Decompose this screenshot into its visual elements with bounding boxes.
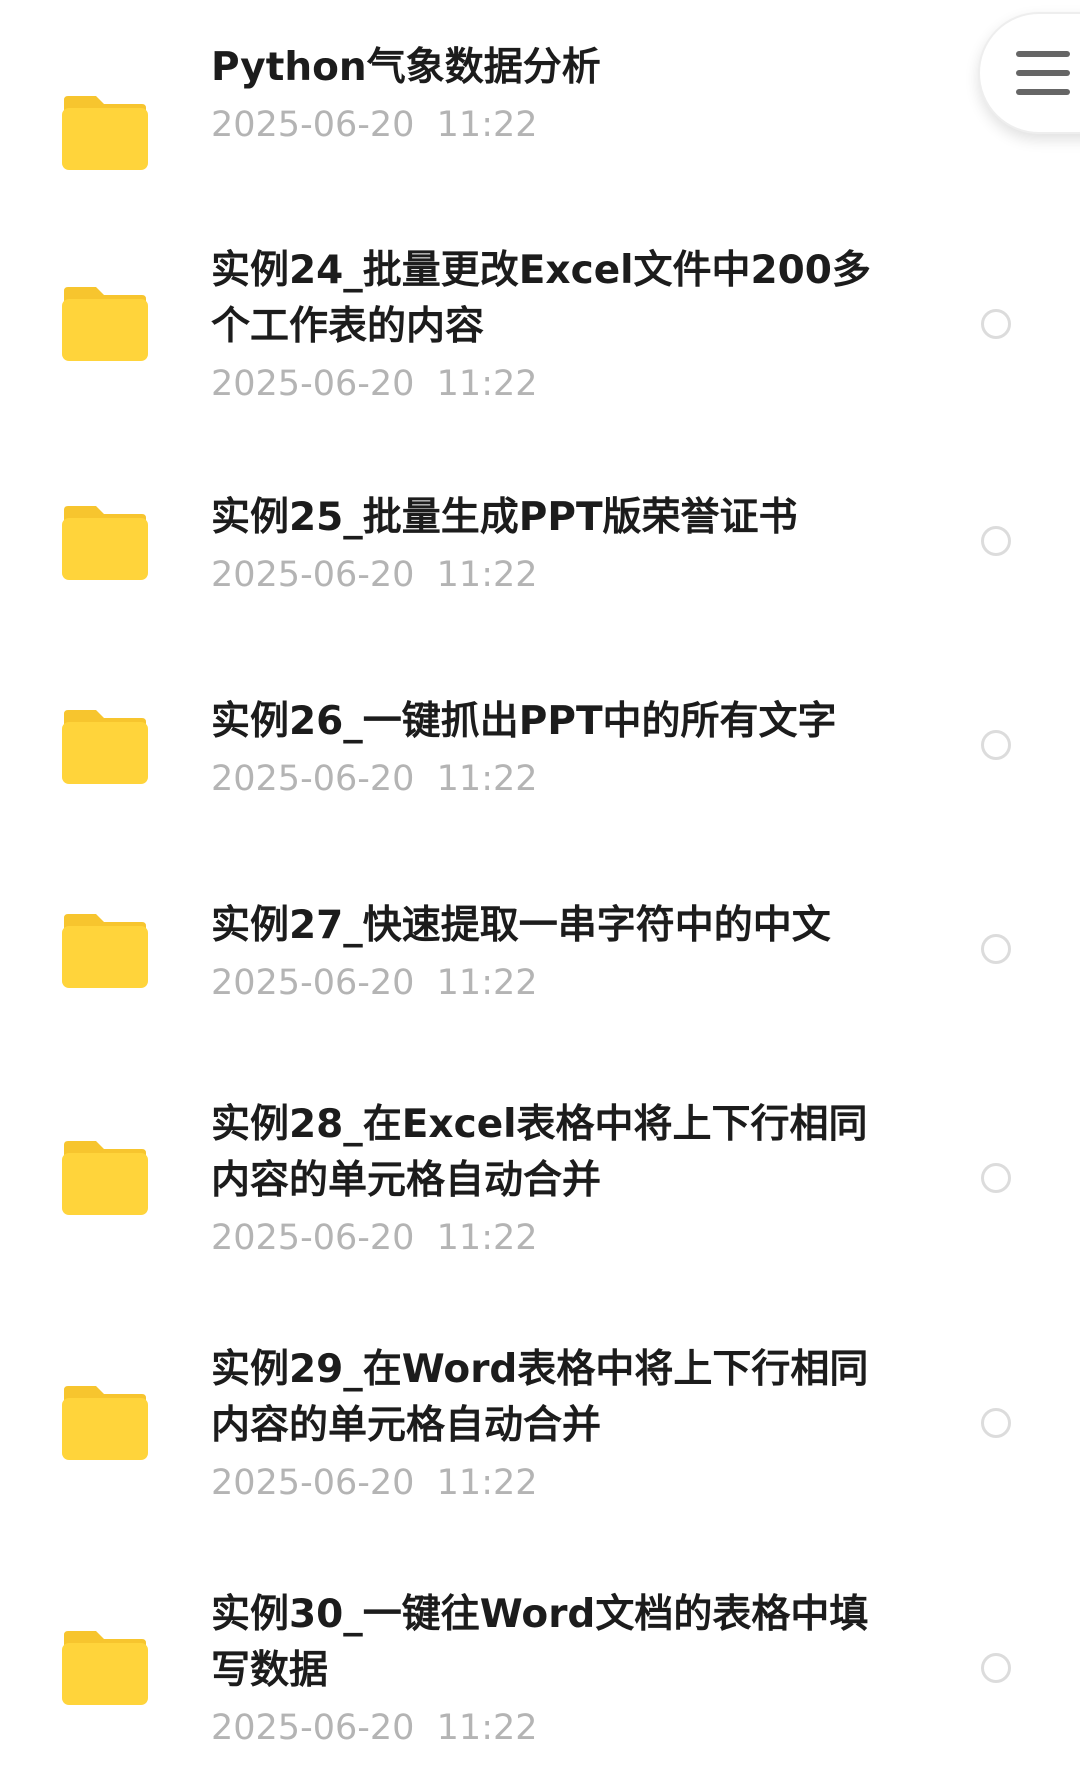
file-text: 实例24_批量更改Excel文件中200多个工作表的内容 2025-06-20 …: [211, 243, 901, 409]
select-circle[interactable]: [981, 309, 1011, 339]
file-text: 实例30_一键往Word文档的表格中填写数据 2025-06-20 11:22: [211, 1587, 901, 1753]
file-text: Python气象数据分析 2025-06-20 11:22: [211, 40, 931, 150]
file-name: Python气象数据分析: [211, 45, 601, 90]
file-name: 实例29_在Word表格中将上下行相同内容的单元格自动合并: [211, 1347, 869, 1448]
file-name: 实例24_批量更改Excel文件中200多个工作表的内容: [211, 248, 871, 349]
file-name: 实例27_快速提取一串字符中的中文: [211, 903, 831, 948]
select-circle[interactable]: [981, 1408, 1011, 1438]
file-name: 实例28_在Excel表格中将上下行相同内容的单元格自动合并: [211, 1102, 868, 1203]
file-text: 实例27_快速提取一串字符中的中文 2025-06-20 11:22: [211, 898, 931, 1008]
folder-icon: [62, 708, 148, 784]
folder-icon: [62, 1384, 148, 1460]
select-circle[interactable]: [981, 526, 1011, 556]
select-circle[interactable]: [981, 1653, 1011, 1683]
file-text: 实例28_在Excel表格中将上下行相同内容的单元格自动合并 2025-06-2…: [211, 1097, 901, 1263]
folder-icon: [62, 504, 148, 580]
folder-icon: [62, 1139, 148, 1215]
select-circle[interactable]: [981, 934, 1011, 964]
file-date: 2025-06-20 11:22: [211, 759, 538, 799]
folder-icon: [62, 912, 148, 988]
file-date: 2025-06-20 11:22: [211, 364, 538, 404]
file-list: Python气象数据分析 2025-06-20 11:22 实例24_批量更改E…: [0, 0, 1080, 1770]
file-name: 实例30_一键往Word文档的表格中填写数据: [211, 1592, 869, 1693]
folder-icon: [62, 94, 148, 170]
file-date: 2025-06-20 11:22: [211, 555, 538, 595]
file-date: 2025-06-20 11:22: [211, 1463, 538, 1503]
file-text: 实例29_在Word表格中将上下行相同内容的单元格自动合并 2025-06-20…: [211, 1342, 901, 1508]
file-date: 2025-06-20 11:22: [211, 1218, 538, 1258]
file-name: 实例26_一键抓出PPT中的所有文字: [211, 699, 837, 744]
file-date: 2025-06-20 11:22: [211, 1708, 538, 1748]
file-date: 2025-06-20 11:22: [211, 105, 538, 145]
select-circle[interactable]: [981, 1163, 1011, 1193]
file-text: 实例25_批量生成PPT版荣誉证书 2025-06-20 11:22: [211, 490, 931, 600]
file-text: 实例26_一键抓出PPT中的所有文字 2025-06-20 11:22: [211, 694, 931, 804]
folder-icon: [62, 1629, 148, 1705]
select-circle[interactable]: [981, 730, 1011, 760]
file-date: 2025-06-20 11:22: [211, 963, 538, 1003]
menu-icon: [1016, 51, 1070, 95]
file-name: 实例25_批量生成PPT版荣誉证书: [211, 495, 798, 540]
folder-icon: [62, 285, 148, 361]
